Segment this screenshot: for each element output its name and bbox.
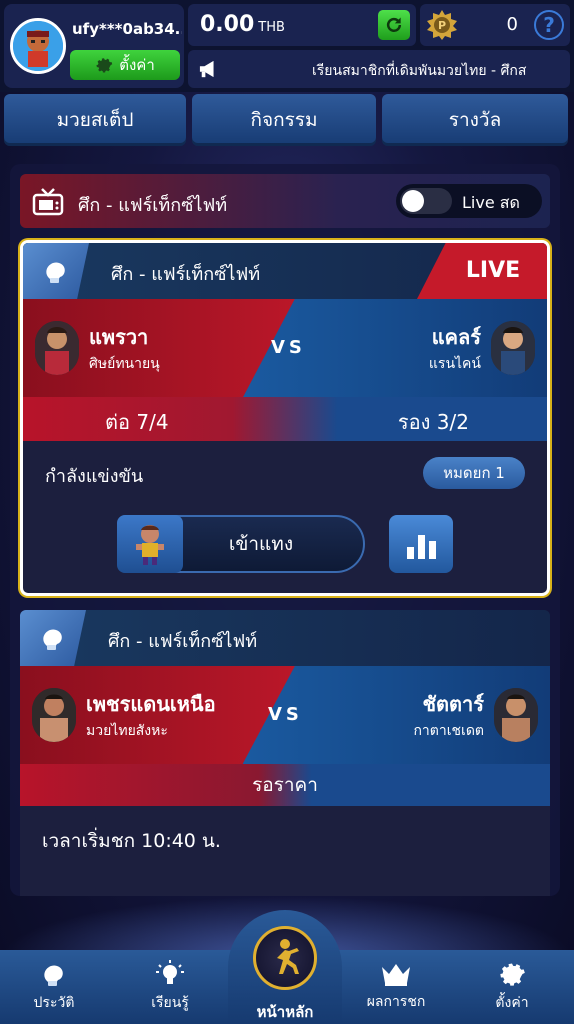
match-card-live[interactable]: ศึก - แฟร์เท็กซ์ไฟท์ LIVE แพรวา ศิษย์ทนา… (20, 240, 550, 596)
fighters-row: เพชรแดนเหนือ มวยไทยสังหะ VS ชัตตาร์ กาตา… (20, 666, 550, 764)
red-fighter-name: เพชรแดนเหนือ (86, 692, 216, 716)
balance-box: 0.00 THB (188, 4, 416, 46)
boxing-glove-icon (46, 262, 65, 283)
gear-icon (500, 963, 525, 986)
announcement-text: เรียนสมาชิกที่เดิมพันมวยไทย - ศึกส (312, 63, 527, 79)
red-fighter-avatar (35, 321, 79, 375)
red-fighter-avatar (32, 688, 76, 742)
lightbulb-icon (156, 960, 184, 984)
odds-favorite: ต่อ 7/4 (105, 410, 169, 434)
live-badge: LIVE (417, 243, 547, 299)
nav-rewards-label: รางวัล (448, 109, 502, 131)
bar-chart-icon-bar (417, 535, 425, 559)
fighters-row: แพรวา ศิษย์ทนายนุ VS แคลร์ แรนไคน์ (23, 299, 547, 397)
red-fighter-gym: ศิษย์ทนายนุ (89, 356, 160, 372)
refresh-balance-button[interactable] (378, 10, 410, 40)
gear-icon (96, 58, 113, 73)
settings-button[interactable]: ตั้งค่า (70, 50, 180, 80)
nav-muay-step[interactable]: มวยสเต็ป (4, 94, 186, 146)
bottom-nav-history[interactable]: ประวัติ (4, 950, 104, 1024)
blue-fighter-gym: แรนไคน์ (428, 356, 481, 372)
help-button[interactable]: ? (534, 10, 564, 40)
bottom-nav-home-label: หน้าหลัก (256, 1003, 314, 1021)
place-bet-button[interactable]: เข้าแทง (117, 515, 365, 573)
match-title: ศึก - แฟร์เท็กซ์ไฟท์ (108, 631, 258, 652)
nav-activities[interactable]: กิจกรรม (192, 94, 376, 146)
odds-row: ต่อ 7/4 รอง 3/2 (23, 397, 547, 441)
megaphone-icon (199, 60, 214, 78)
bet-character-icon (117, 515, 183, 573)
boxing-glove-icon (43, 629, 62, 650)
bar-chart-icon-bar (428, 541, 436, 559)
bottom-nav-learn[interactable]: เรียนรู้ (120, 950, 220, 1024)
points-value: 0 (506, 14, 518, 35)
live-toggle[interactable]: Live สด (396, 184, 542, 218)
bottom-nav-home[interactable]: หน้าหลัก (228, 910, 342, 1024)
nav-activities-label: กิจกรรม (250, 109, 318, 131)
nav-rewards[interactable]: รางวัล (382, 94, 568, 146)
vs-label: VS (271, 337, 306, 358)
live-toggle-label: Live สด (462, 193, 520, 212)
balance-display: 0.00 THB (200, 12, 285, 37)
announcement-marquee[interactable]: เรียนสมาชิกที่เดิมพันมวยไทย - ศึกส (188, 50, 570, 88)
red-fighter-gym: มวยไทยสังหะ (86, 723, 168, 739)
toggle-knob (402, 190, 424, 212)
refresh-icon (386, 17, 402, 32)
match-list-panel: ศึก - แฟร์เท็กซ์ไฟท์ Live สด ศึก - แฟร์เ… (10, 164, 560, 896)
glove-icon (44, 965, 63, 986)
blue-fighter-avatar (494, 688, 538, 742)
crown-icon (382, 964, 410, 986)
bottom-nav-results-label: ผลการชก (366, 994, 426, 1010)
toggle-switch[interactable] (400, 188, 452, 214)
round-badge: หมดยก 1 (423, 457, 525, 489)
blue-fighter-name: แคลร์ (431, 325, 481, 349)
place-bet-label: เข้าแทง (228, 533, 294, 555)
glove-badge (20, 610, 86, 666)
bottom-nav-settings[interactable]: ตั้งค่า (462, 950, 562, 1024)
match-title: ศึก - แฟร์เท็กซ์ไฟท์ (111, 264, 261, 285)
bottom-nav-learn-label: เรียนรู้ (151, 995, 189, 1011)
vs-label: VS (268, 704, 303, 725)
blue-fighter-gym: กาตาเชเดต (413, 723, 484, 739)
blue-fighter-name: ชัตตาร์ (422, 692, 484, 716)
top-bar: ufy***0ab34... ตั้งค่า 0.00 THB P 0 ? เรี… (0, 0, 574, 92)
match-status: กำลังแข่งขัน (45, 466, 144, 487)
balance-amount: 0.00 (200, 12, 255, 37)
red-fighter-name: แพรวา (89, 325, 149, 349)
bottom-nav-settings-label: ตั้งค่า (495, 995, 529, 1011)
fighter-logo-icon (253, 926, 317, 990)
bottom-nav-results[interactable]: ผลการชก (346, 950, 446, 1024)
event-header: ศึก - แฟร์เท็กซ์ไฟท์ Live สด (20, 174, 550, 228)
start-time: เวลาเริ่มชก 10:40 น. (42, 830, 221, 852)
glove-badge (23, 243, 89, 299)
bottom-nav-history-label: ประวัติ (33, 995, 75, 1011)
avatar[interactable] (10, 18, 66, 74)
awaiting-odds-row: รอราคา (20, 764, 550, 806)
points-box: P 0 ? (420, 4, 570, 46)
currency-label: THB (258, 20, 285, 35)
user-box: ufy***0ab34... ตั้งค่า (4, 4, 184, 88)
blue-fighter-avatar (491, 321, 535, 375)
bar-chart-icon (406, 547, 414, 559)
nav-muay-step-label: มวยสเต็ป (56, 109, 134, 131)
odds-underdog: รอง 3/2 (397, 410, 469, 434)
match-card-header: ศึก - แฟร์เท็กซ์ไฟท์ (20, 610, 550, 666)
points-medal-icon: P (427, 10, 457, 40)
stats-button[interactable] (389, 515, 453, 573)
username: ufy***0ab34... (72, 20, 182, 38)
settings-button-label: ตั้งค่า (119, 56, 155, 74)
event-title: ศึก - แฟร์เท็กซ์ไฟท์ (78, 195, 228, 216)
match-card-upcoming[interactable]: ศึก - แฟร์เท็กซ์ไฟท์ เพชรแดนเหนือ มวยไทย… (20, 610, 550, 896)
match-card-header: ศึก - แฟร์เท็กซ์ไฟท์ LIVE (23, 243, 547, 299)
tv-icon (32, 188, 64, 216)
svg-text:P: P (438, 19, 446, 32)
